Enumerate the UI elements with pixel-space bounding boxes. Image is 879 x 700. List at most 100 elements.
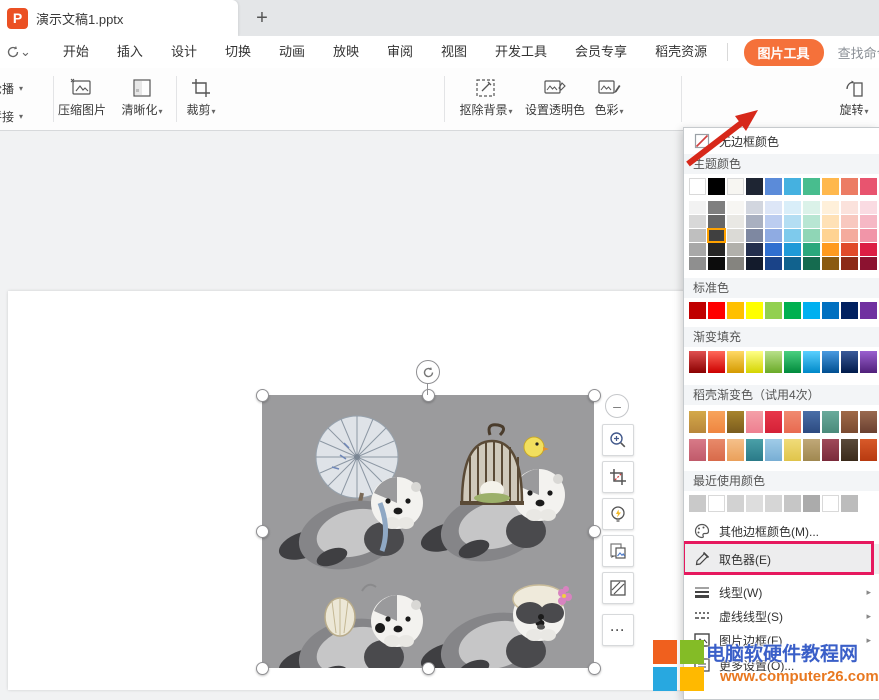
color-swatch[interactable]	[822, 439, 839, 461]
color-variant-swatch[interactable]	[727, 229, 744, 242]
color-swatch[interactable]	[746, 178, 763, 195]
color-variant-swatch[interactable]	[689, 243, 706, 256]
color-swatch[interactable]	[784, 302, 801, 319]
multi-image-carousel-button[interactable]: 图轮播▾	[0, 80, 23, 97]
menu-devtools[interactable]: 开发工具	[481, 36, 561, 68]
color-swatch[interactable]	[727, 495, 744, 512]
color-variant-swatch[interactable]	[746, 229, 763, 242]
color-variant-swatch[interactable]	[841, 215, 858, 228]
color-variant-swatch[interactable]	[860, 215, 877, 228]
color-swatch[interactable]	[860, 439, 877, 461]
collapse-toolbar-button[interactable]: –	[605, 394, 629, 418]
color-swatch[interactable]	[841, 351, 858, 373]
color-variant-swatch[interactable]	[860, 201, 877, 214]
menu-view[interactable]: 视图	[427, 36, 481, 68]
color-variant-swatch[interactable]	[860, 243, 877, 256]
more-settings-item[interactable]: 更多设置(O)...	[684, 652, 879, 678]
color-swatch[interactable]	[841, 302, 858, 319]
color-variant-swatch[interactable]	[708, 243, 725, 256]
color-swatch[interactable]	[765, 351, 782, 373]
color-swatch[interactable]	[841, 495, 858, 512]
effects-style-button[interactable]	[602, 572, 634, 604]
color-variant-swatch[interactable]	[765, 257, 782, 270]
clarity-button[interactable]: 清晰化▾	[116, 77, 168, 118]
color-variant-swatch[interactable]	[727, 257, 744, 270]
color-swatch[interactable]	[822, 411, 839, 433]
zoom-tool-button[interactable]	[602, 424, 634, 456]
color-swatch[interactable]	[841, 178, 858, 195]
color-swatch[interactable]	[822, 178, 839, 195]
resize-handle-se[interactable]	[588, 662, 601, 675]
color-variant-swatch[interactable]	[841, 243, 858, 256]
menu-animation[interactable]: 动画	[265, 36, 319, 68]
compress-image-button[interactable]: 压缩图片	[54, 77, 110, 118]
color-variant-swatch[interactable]	[784, 201, 801, 214]
color-variant-swatch[interactable]	[784, 243, 801, 256]
no-border-color-item[interactable]: 无边框颜色	[684, 128, 879, 154]
color-variant-swatch[interactable]	[841, 201, 858, 214]
color-variant-swatch[interactable]	[841, 229, 858, 242]
color-swatch[interactable]	[708, 351, 725, 373]
color-variant-swatch[interactable]	[784, 215, 801, 228]
color-variant-swatch[interactable]	[746, 257, 763, 270]
dash-style-item[interactable]: 虚线线型(S) ▸	[684, 604, 879, 628]
color-swatch[interactable]	[841, 439, 858, 461]
color-variant-swatch[interactable]	[860, 229, 877, 242]
color-variant-swatch[interactable]	[765, 201, 782, 214]
color-swatch[interactable]	[784, 351, 801, 373]
color-swatch[interactable]	[689, 351, 706, 373]
color-swatch[interactable]	[803, 178, 820, 195]
color-swatch[interactable]	[708, 178, 725, 195]
color-variant-swatch[interactable]	[822, 215, 839, 228]
color-swatch[interactable]	[727, 439, 744, 461]
color-variant-swatch[interactable]	[784, 257, 801, 270]
color-variant-swatch[interactable]	[822, 243, 839, 256]
color-swatch[interactable]	[727, 302, 744, 319]
creative-ideas-button[interactable]	[602, 498, 634, 530]
crop-button[interactable]: 裁剪▾	[180, 77, 222, 118]
color-swatch[interactable]	[765, 178, 782, 195]
color-swatch[interactable]	[860, 351, 877, 373]
color-variant-swatch[interactable]	[689, 215, 706, 228]
color-swatch[interactable]	[765, 439, 782, 461]
image-stitch-button[interactable]: 片拼接▾	[0, 108, 23, 125]
color-variant-swatch[interactable]	[803, 229, 820, 242]
color-swatch[interactable]	[860, 178, 877, 195]
color-variant-swatch[interactable]	[689, 201, 706, 214]
remove-background-button[interactable]: 抠除背景▾	[452, 77, 520, 118]
color-variant-swatch[interactable]	[708, 229, 725, 242]
other-border-colors-item[interactable]: 其他边框颜色(M)...	[684, 518, 879, 544]
resize-handle-n[interactable]	[422, 389, 435, 402]
color-variant-swatch[interactable]	[727, 243, 744, 256]
color-swatch[interactable]	[803, 411, 820, 433]
color-swatch[interactable]	[708, 439, 725, 461]
rotate-button[interactable]: 旋转▾	[832, 77, 876, 118]
menu-member[interactable]: 会员专享	[561, 36, 641, 68]
color-swatch[interactable]	[765, 495, 782, 512]
toolbar-options-chevron-icon[interactable]: ⌄	[20, 44, 31, 60]
color-swatch[interactable]	[841, 411, 858, 433]
color-variant-swatch[interactable]	[803, 257, 820, 270]
menu-insert[interactable]: 插入	[103, 36, 157, 68]
resize-handle-w[interactable]	[256, 525, 269, 538]
color-variant-swatch[interactable]	[822, 257, 839, 270]
color-variant-swatch[interactable]	[708, 201, 725, 214]
color-variant-swatch[interactable]	[708, 257, 725, 270]
color-swatch[interactable]	[689, 411, 706, 433]
color-swatch[interactable]	[822, 302, 839, 319]
color-swatch[interactable]	[860, 411, 877, 433]
color-swatch[interactable]	[708, 411, 725, 433]
set-transparent-color-button[interactable]: 设置透明色	[520, 77, 590, 118]
crop-tool-button[interactable]	[602, 461, 634, 493]
color-swatch[interactable]	[727, 411, 744, 433]
color-swatch[interactable]	[803, 351, 820, 373]
menu-design[interactable]: 设计	[157, 36, 211, 68]
eyedropper-item[interactable]: 取色器(E)	[684, 544, 879, 574]
resize-handle-e[interactable]	[588, 525, 601, 538]
menu-docer[interactable]: 稻壳资源	[641, 36, 721, 68]
color-swatch[interactable]	[708, 302, 725, 319]
picture-tools-tab[interactable]: 图片工具	[744, 39, 824, 66]
rotate-handle[interactable]	[416, 360, 440, 384]
color-variant-swatch[interactable]	[803, 201, 820, 214]
color-variant-swatch[interactable]	[803, 243, 820, 256]
